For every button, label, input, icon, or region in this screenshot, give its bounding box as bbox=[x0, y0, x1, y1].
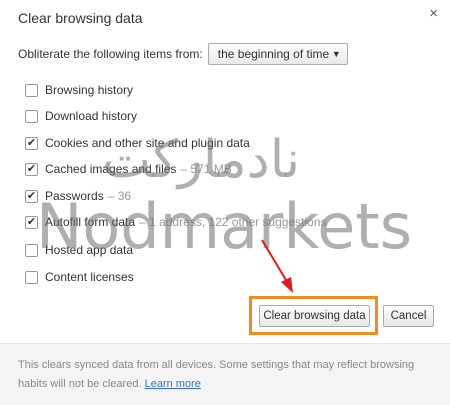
option-row: Hosted app data bbox=[25, 243, 133, 257]
footer-text: This clears synced data from all devices… bbox=[18, 359, 415, 390]
option-checkbox[interactable] bbox=[25, 83, 38, 97]
option-label: Cookies and other site and plugin data bbox=[45, 136, 250, 150]
time-range-selected-value: the beginning of time bbox=[217, 47, 330, 61]
option-label: Passwords bbox=[45, 189, 104, 203]
option-label: Download history bbox=[45, 109, 138, 123]
checkmark-icon[interactable]: ✔ bbox=[25, 215, 38, 229]
option-row: ✔ Passwords – 36 bbox=[25, 189, 131, 203]
time-range-select[interactable]: the beginning of time ▼ bbox=[207, 43, 348, 65]
option-row: ✔ Cookies and other site and plugin data bbox=[25, 136, 250, 150]
option-label: Browsing history bbox=[45, 83, 134, 97]
option-row: Content licenses bbox=[25, 270, 134, 284]
chevron-down-icon: ▼ bbox=[331, 49, 341, 59]
time-range-label: Obliterate the following items from: bbox=[18, 47, 203, 61]
option-checkbox[interactable] bbox=[25, 243, 38, 257]
time-range-row: Obliterate the following items from: the… bbox=[18, 43, 348, 65]
option-row: Download history bbox=[25, 109, 137, 123]
option-checkbox[interactable] bbox=[25, 109, 38, 123]
option-checkbox[interactable] bbox=[25, 270, 38, 284]
option-detail: – 36 bbox=[107, 189, 132, 203]
option-label: Cached images and files bbox=[45, 162, 177, 176]
checkmark-icon[interactable]: ✔ bbox=[25, 162, 38, 176]
clear-browsing-data-button[interactable]: Clear browsing data bbox=[259, 305, 370, 327]
close-icon[interactable]: × bbox=[429, 5, 438, 22]
option-row: Browsing history bbox=[25, 83, 133, 97]
checkmark-icon[interactable]: ✔ bbox=[25, 136, 38, 150]
option-row: ✔ Autofill form data – 1 address, 122 othe… bbox=[25, 215, 327, 229]
clear-browsing-data-dialog: Clear browsing data × Obliterate the fol… bbox=[0, 0, 450, 405]
checkmark-icon[interactable]: ✔ bbox=[25, 189, 38, 203]
dialog-title: Clear browsing data bbox=[18, 10, 143, 26]
cancel-button[interactable]: Cancel bbox=[383, 305, 434, 327]
option-label: Hosted app data bbox=[45, 243, 134, 257]
option-label: Content licenses bbox=[45, 270, 134, 284]
option-row: ✔ Cached images and files – 571 MB bbox=[25, 162, 232, 176]
learn-more-link[interactable]: Learn more bbox=[145, 378, 201, 390]
option-label: Autofill form data bbox=[45, 215, 136, 229]
option-detail: – 1 address, 122 other suggestions bbox=[139, 215, 327, 229]
footer-note: This clears synced data from all devices… bbox=[0, 343, 450, 405]
option-detail: – 571 MB bbox=[180, 162, 232, 176]
